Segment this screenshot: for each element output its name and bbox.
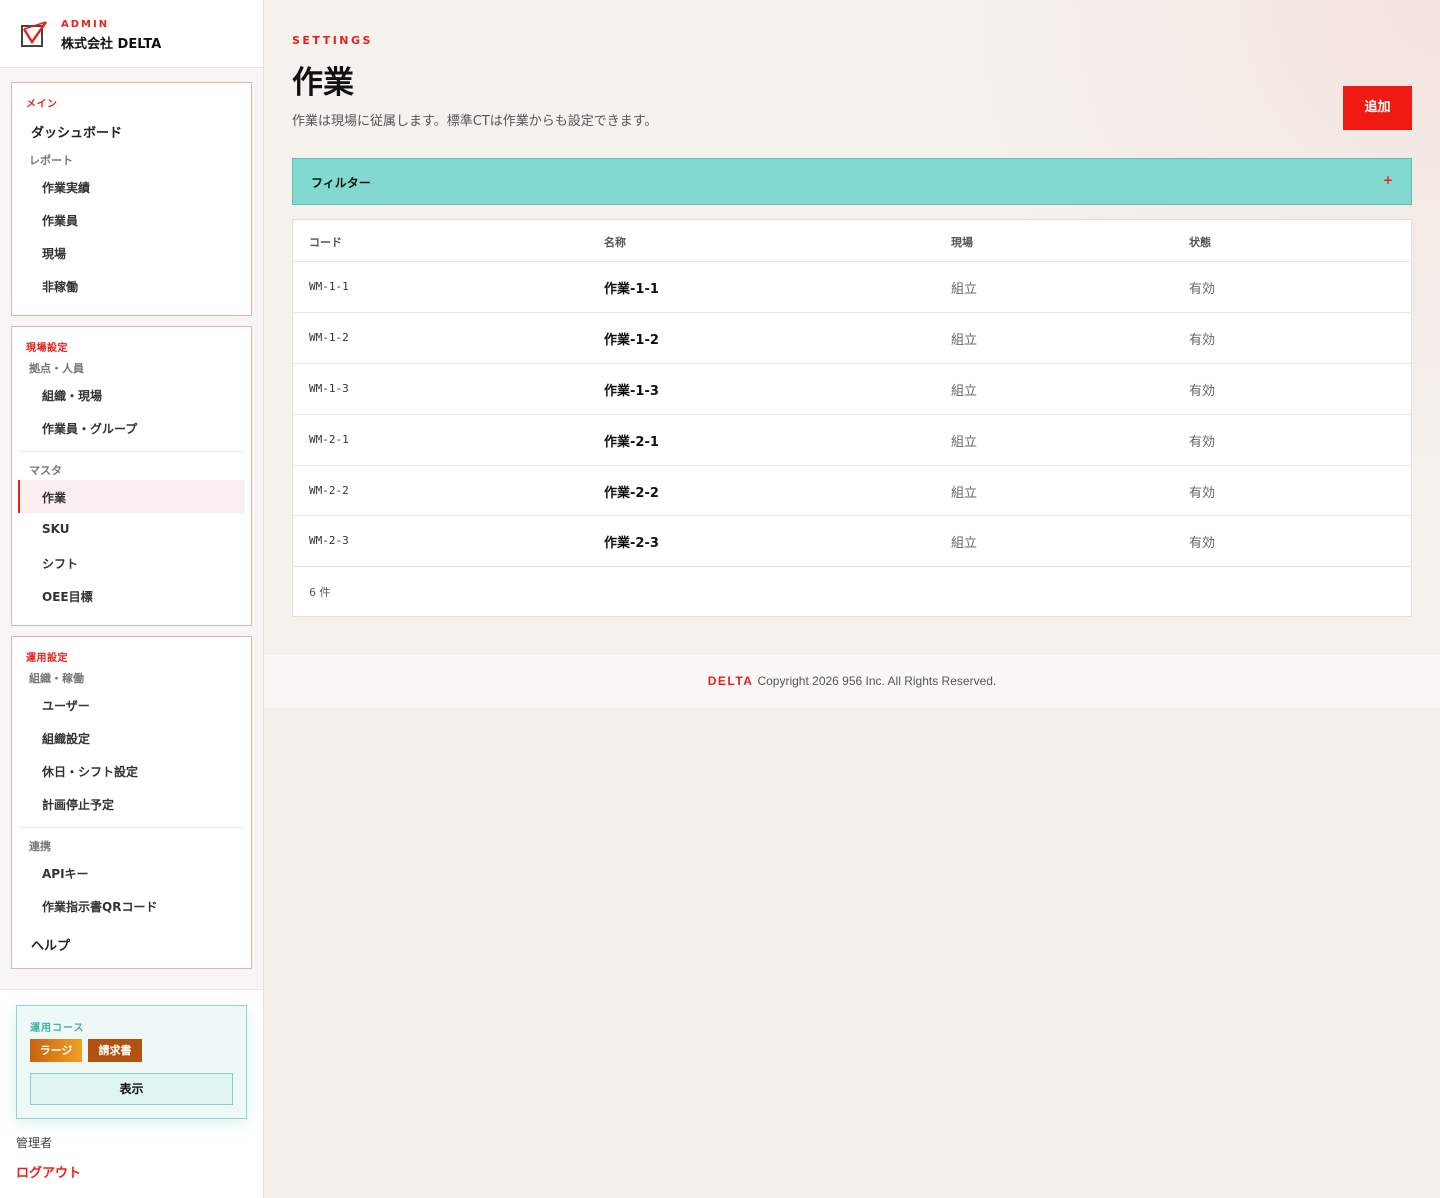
sidebar-item-sku[interactable]: SKU xyxy=(42,522,69,536)
cell-status: 有効 xyxy=(1189,384,1216,399)
cell-name: 作業-2-1 xyxy=(604,435,659,450)
sidebar-item-users[interactable]: ユーザー xyxy=(42,697,90,714)
brand-header: ADMIN 株式会社 DELTA xyxy=(0,0,263,68)
plan-panel: 運用コース ラージ 請求書 表示 管理者 ログアウト xyxy=(0,989,263,1198)
sidebar-item-help[interactable]: ヘルプ xyxy=(31,935,70,954)
sidebar-item-workers[interactable]: 作業員 xyxy=(42,212,78,229)
plan-badge-large: ラージ xyxy=(30,1039,82,1062)
page-title: 作業 xyxy=(292,65,354,101)
footer-brand: DELTA xyxy=(707,674,754,688)
plan-badge-invoice: 請求書 xyxy=(88,1039,142,1062)
filter-label: フィルター xyxy=(311,176,371,190)
cell-name: 作業-1-3 xyxy=(604,384,659,399)
sidebar-item-org-settings[interactable]: 組織設定 xyxy=(42,730,90,747)
sidebar-item-planned-stop[interactable]: 計画停止予定 xyxy=(42,796,114,813)
plus-icon: + xyxy=(1382,173,1393,187)
nav-section-reports: レポート xyxy=(29,154,73,167)
sidebar-item-downtime[interactable]: 非稼働 xyxy=(42,278,78,295)
sidebar-item-tasks[interactable]: 作業 xyxy=(42,489,66,506)
filter-toggle[interactable]: フィルター + xyxy=(292,158,1412,205)
user-role: 管理者 xyxy=(16,1136,53,1150)
page-description: 作業は現場に従属します。標準CTは作業からも設定できます。 xyxy=(292,114,658,129)
logout-link[interactable]: ログアウト xyxy=(16,1162,81,1181)
delta-logo-icon xyxy=(21,21,47,47)
sidebar-item-dashboard[interactable]: ダッシュボード xyxy=(31,122,122,141)
nav-group-title: メイン xyxy=(26,99,58,110)
cell-code: WM-1-3 xyxy=(309,382,349,395)
admin-label: ADMIN xyxy=(61,19,110,30)
plan-card: 運用コース ラージ 請求書 表示 xyxy=(16,1005,247,1119)
table-row[interactable]: WM-1-2 作業-1-2 組立 有効 xyxy=(293,312,1411,363)
sidebar: ADMIN 株式会社 DELTA メイン ダッシュボード レポート 作業実績 作… xyxy=(0,0,264,1198)
cell-site: 組立 xyxy=(951,282,978,297)
nav-group-site-settings: 現場設定 拠点・人員 組織・現場 作業員・グループ マスタ 作業 SKU シフト… xyxy=(11,326,252,626)
cell-site: 組立 xyxy=(951,435,978,450)
plan-show-button[interactable]: 表示 xyxy=(30,1073,233,1105)
nav-group-title: 運用設定 xyxy=(26,653,68,664)
cell-site: 組立 xyxy=(951,486,978,501)
cell-status: 有効 xyxy=(1189,435,1216,450)
company-name: 株式会社 DELTA xyxy=(61,37,162,52)
cell-code: WM-1-2 xyxy=(309,331,349,344)
page-eyebrow: SETTINGS xyxy=(292,34,373,47)
sidebar-item-holiday-shift[interactable]: 休日・シフト設定 xyxy=(42,763,138,780)
cell-status: 有効 xyxy=(1189,536,1216,551)
nav-section-base: 拠点・人員 xyxy=(29,362,84,375)
cell-code: WM-2-2 xyxy=(309,484,349,497)
nav-divider xyxy=(19,451,244,452)
nav-divider xyxy=(19,827,244,828)
tasks-table: コード 名称 現場 状態 WM-1-1 作業-1-1 組立 有効 WM-1-2 … xyxy=(292,219,1412,617)
column-header-status: 状態 xyxy=(1189,236,1211,249)
nav-section-integration: 連携 xyxy=(29,840,51,853)
cell-site: 組立 xyxy=(951,384,978,399)
nav-group-main: メイン ダッシュボード レポート 作業実績 作業員 現場 非稼働 xyxy=(11,82,252,316)
sidebar-item-sites[interactable]: 現場 xyxy=(42,245,66,262)
column-header-name: 名称 xyxy=(604,236,626,249)
cell-name: 作業-2-3 xyxy=(604,536,659,551)
cell-code: WM-2-1 xyxy=(309,433,349,446)
sidebar-item-shifts[interactable]: シフト xyxy=(42,555,78,572)
cell-site: 組立 xyxy=(951,333,978,348)
table-row[interactable]: WM-1-1 作業-1-1 組立 有効 xyxy=(293,261,1411,312)
sidebar-item-worker-groups[interactable]: 作業員・グループ xyxy=(42,420,137,437)
table-row[interactable]: WM-2-2 作業-2-2 組立 有効 xyxy=(293,465,1411,516)
content-area: SETTINGS 作業 作業は現場に従属します。標準CTは作業からも設定できます… xyxy=(264,0,1440,653)
cell-code: WM-2-3 xyxy=(309,534,349,547)
main-content: SETTINGS 作業 作業は現場に従属します。標準CTは作業からも設定できます… xyxy=(264,0,1440,1198)
cell-site: 組立 xyxy=(951,536,978,551)
nav-section-org: 組織・稼働 xyxy=(29,672,84,685)
sidebar-item-qr-codes[interactable]: 作業指示書QRコード xyxy=(42,898,157,915)
sidebar-item-work-results[interactable]: 作業実績 xyxy=(42,179,90,196)
sidebar-item-oee-targets[interactable]: OEE目標 xyxy=(42,588,93,605)
table-row[interactable]: WM-2-3 作業-2-3 組立 有効 xyxy=(293,515,1411,566)
cell-name: 作業-1-1 xyxy=(604,282,659,297)
cell-name: 作業-2-2 xyxy=(604,486,659,501)
cell-status: 有効 xyxy=(1189,282,1216,297)
footer-copyright: Copyright 2026 956 Inc. All Rights Reser… xyxy=(757,674,997,688)
sidebar-item-api-keys[interactable]: APIキー xyxy=(42,865,89,882)
table-row[interactable]: WM-2-1 作業-2-1 組立 有効 xyxy=(293,414,1411,465)
nav-group-operations: 運用設定 組織・稼働 ユーザー 組織設定 休日・シフト設定 計画停止予定 連携 … xyxy=(11,636,252,969)
record-count: 6 件 xyxy=(309,586,331,599)
nav-group-title: 現場設定 xyxy=(26,343,68,354)
cell-code: WM-1-1 xyxy=(309,280,349,293)
sidebar-item-org-sites[interactable]: 組織・現場 xyxy=(42,387,102,404)
footer-text: DELTA Copyright 2026 956 Inc. All Rights … xyxy=(264,674,1440,688)
column-header-code: コード xyxy=(309,236,342,249)
cell-name: 作業-1-2 xyxy=(604,333,659,348)
nav-section-master: マスタ xyxy=(29,464,62,477)
table-footer: 6 件 xyxy=(293,566,1411,617)
page-footer: DELTA Copyright 2026 956 Inc. All Rights … xyxy=(264,653,1440,708)
cell-status: 有効 xyxy=(1189,333,1216,348)
plan-title: 運用コース xyxy=(30,1023,85,1034)
add-button[interactable]: 追加 xyxy=(1343,86,1412,130)
table-row[interactable]: WM-1-3 作業-1-3 組立 有効 xyxy=(293,363,1411,414)
column-header-site: 現場 xyxy=(951,236,973,249)
cell-status: 有効 xyxy=(1189,486,1216,501)
